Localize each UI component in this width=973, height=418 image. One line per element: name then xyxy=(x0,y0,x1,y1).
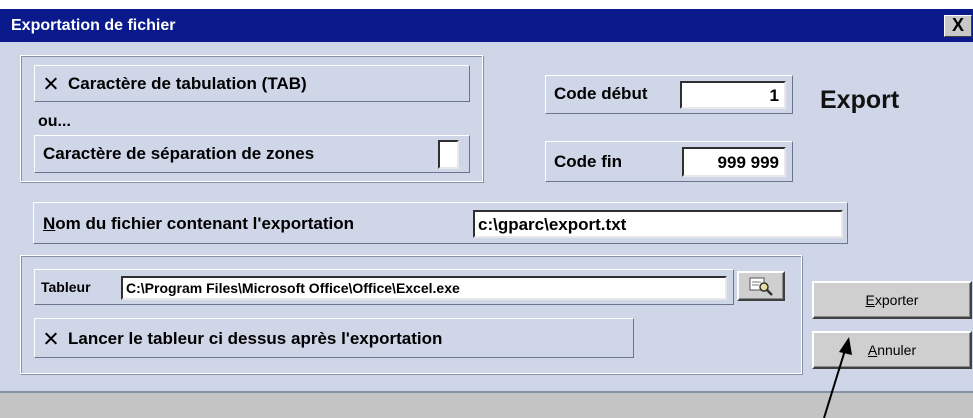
field-separator-option: Caractère de séparation de zones xyxy=(34,135,470,173)
code-start-label: Code début xyxy=(554,84,648,103)
code-start-input[interactable]: 1 xyxy=(680,81,786,109)
launch-spreadsheet-option[interactable]: Lancer le tableur ci dessus après l'expo… xyxy=(34,318,634,358)
magnifier-icon xyxy=(749,277,773,296)
spreadsheet-path-input[interactable]: C:\Program Files\Microsoft Office\Office… xyxy=(121,276,727,300)
tab-separator-option[interactable]: Caractère de tabulation (TAB) xyxy=(34,65,470,102)
separator-char-input[interactable] xyxy=(438,140,459,169)
code-end-label: Code fin xyxy=(554,152,622,171)
export-button[interactable]: Exporter xyxy=(812,281,972,319)
or-label: ou... xyxy=(38,113,71,130)
spreadsheet-label: Tableur xyxy=(41,279,91,295)
close-icon: X xyxy=(951,15,964,35)
file-name-label: Nom du fichier contenant l'exportation xyxy=(43,214,355,233)
launch-spreadsheet-label: Lancer le tableur ci dessus après l'expo… xyxy=(68,329,443,348)
cancel-button[interactable]: Annuler xyxy=(812,331,972,369)
export-dialog: Exportation de fichier X Caractère de ta… xyxy=(0,9,973,418)
export-heading: Export xyxy=(820,86,900,114)
title-bar: Exportation de fichier X xyxy=(0,9,973,42)
file-name-row: Nom du fichier contenant l'exportation c… xyxy=(33,202,848,244)
code-end-input[interactable]: 999 999 xyxy=(682,147,786,177)
field-separator-label: Caractère de séparation de zones xyxy=(43,144,315,163)
code-end-row: Code fin 999 999 xyxy=(545,141,793,182)
cancel-button-label: Annuler xyxy=(867,342,917,358)
status-bar xyxy=(0,391,973,418)
code-start-row: Code début 1 xyxy=(545,75,793,114)
export-button-label: Exporter xyxy=(865,292,919,308)
launch-checkbox-checked-icon[interactable] xyxy=(44,332,57,345)
tab-checkbox-checked-icon[interactable] xyxy=(44,77,57,90)
window-title: Exportation de fichier xyxy=(11,17,176,34)
browse-spreadsheet-button[interactable] xyxy=(737,271,785,301)
file-name-input[interactable]: c:\gparc\export.txt xyxy=(473,210,843,238)
tab-separator-label: Caractère de tabulation (TAB) xyxy=(68,74,307,93)
spreadsheet-row: Tableur C:\Program Files\Microsoft Offic… xyxy=(34,269,734,305)
close-button[interactable]: X xyxy=(944,15,972,37)
